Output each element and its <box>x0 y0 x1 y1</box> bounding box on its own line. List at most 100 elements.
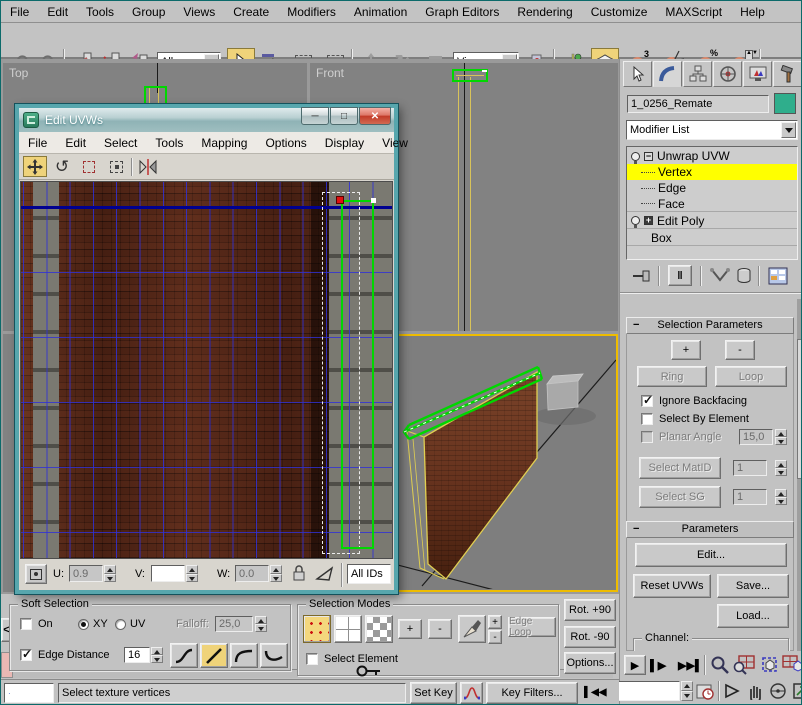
contract-selection-button[interactable]: - <box>428 619 452 639</box>
menu-create[interactable]: Create <box>224 2 278 22</box>
ignore-backfacing-checkbox[interactable] <box>641 395 653 407</box>
uvw-freeform-button[interactable] <box>104 156 128 177</box>
ring-button[interactable]: Ring <box>637 366 707 387</box>
save-uvws-button[interactable]: Save... <box>717 574 789 598</box>
vertex-mode-button[interactable] <box>303 615 331 643</box>
modifier-enable-bulb-icon[interactable] <box>631 216 640 225</box>
planar-angle-spinner[interactable] <box>775 429 787 445</box>
menu-rendering[interactable]: Rendering <box>508 2 581 22</box>
edge-loop-button[interactable]: Edge Loop <box>508 617 556 637</box>
planar-angle-checkbox[interactable] <box>641 431 653 443</box>
dropdown-arrow-icon[interactable] <box>781 122 796 138</box>
shrink-selection-button[interactable]: - <box>725 340 755 360</box>
frame-spinner[interactable] <box>681 681 693 701</box>
viewport-front-label[interactable]: Front <box>316 66 344 80</box>
menu-graph-editors[interactable]: Graph Editors <box>416 2 508 22</box>
maximize-button[interactable]: □ <box>330 107 358 125</box>
uvw-move-button[interactable] <box>23 156 47 177</box>
material-id-filter-dropdown[interactable]: All IDs <box>347 564 391 584</box>
configure-modifier-sets-icon[interactable] <box>768 267 788 285</box>
maxscript-mini-listener[interactable]: · <box>4 683 54 703</box>
edge-distance-checkbox[interactable] <box>20 649 32 661</box>
make-unique-icon[interactable] <box>710 268 730 284</box>
sg-spinner[interactable] <box>775 489 787 505</box>
stack-subitem-face[interactable]: Face <box>627 196 797 212</box>
play-button[interactable]: ▶ <box>624 655 646 675</box>
uvw-mirror-button[interactable] <box>136 156 160 177</box>
expand-selection-button[interactable]: + <box>398 619 422 639</box>
u-field[interactable]: 0.9 <box>69 565 103 582</box>
stack-item-unwrap-uvw[interactable]: − Unwrap UVW <box>627 148 797 164</box>
planar-angle-field[interactable]: 15,0 <box>739 429 773 445</box>
menu-modifiers[interactable]: Modifiers <box>278 2 345 22</box>
modifier-enable-bulb-icon[interactable] <box>631 152 640 161</box>
stack-item-edit-poly[interactable]: + Edit Poly <box>627 213 797 229</box>
u-spinner[interactable] <box>104 565 116 582</box>
falloff-fast-button[interactable] <box>260 643 288 668</box>
parameters-header[interactable]: − Parameters <box>626 521 794 538</box>
menu-file[interactable]: File <box>1 2 38 22</box>
pin-stack-icon[interactable] <box>632 268 652 284</box>
uvw-menu-mapping[interactable]: Mapping <box>192 133 256 153</box>
uvw-menu-file[interactable]: File <box>19 133 56 153</box>
tab-hierarchy[interactable] <box>683 61 712 87</box>
load-uvws-button[interactable]: Load... <box>717 604 789 628</box>
tab-modify[interactable] <box>653 61 682 87</box>
v-field[interactable] <box>151 565 185 582</box>
menu-customize[interactable]: Customize <box>582 2 657 22</box>
menu-tools[interactable]: Tools <box>77 2 123 22</box>
v-spinner[interactable] <box>186 565 198 582</box>
expand-icon[interactable]: + <box>644 216 653 225</box>
menu-animation[interactable]: Animation <box>345 2 416 22</box>
edit-uvws-dialog[interactable]: Edit UVWs ─ □ ✕ File Edit Select Tools M… <box>15 104 398 594</box>
remove-modifier-icon[interactable] <box>736 267 752 284</box>
w-spinner[interactable] <box>270 565 282 582</box>
tab-create[interactable] <box>623 61 652 87</box>
time-configuration-icon[interactable] <box>696 682 714 700</box>
zoom-all-icon[interactable] <box>782 655 802 675</box>
zoom-extents-icon[interactable] <box>760 655 780 675</box>
minimize-button[interactable]: ─ <box>301 107 329 125</box>
uv-canvas[interactable] <box>20 181 393 559</box>
uvw-menu-edit[interactable]: Edit <box>56 133 95 153</box>
modifier-list-dropdown[interactable]: Modifier List <box>626 120 798 140</box>
matid-spinner[interactable] <box>775 460 787 476</box>
menu-edit[interactable]: Edit <box>38 2 77 22</box>
uvw-menu-display[interactable]: Display <box>316 133 373 153</box>
edge-mode-button[interactable] <box>334 615 362 643</box>
uvw-rotate-button[interactable]: ↺ <box>50 156 74 177</box>
object-name-field[interactable]: 1_0256_Remate <box>627 95 769 113</box>
stack-subitem-vertex[interactable]: Vertex <box>627 164 797 180</box>
trackbar-key-icon[interactable] <box>356 664 382 679</box>
options-button[interactable]: Options... <box>564 652 616 674</box>
panel-scrollbar-track[interactable] <box>797 299 802 651</box>
xy-radio[interactable] <box>78 619 89 630</box>
edit-uvws-button[interactable]: Edit... <box>635 543 787 567</box>
reset-uvws-button[interactable]: Reset UVWs <box>633 574 711 598</box>
face-mode-button[interactable] <box>365 615 393 643</box>
uvw-menu-tools[interactable]: Tools <box>146 133 192 153</box>
key-filters-button[interactable]: Key Filters... <box>486 682 578 704</box>
falloff-field[interactable]: 25,0 <box>215 616 253 632</box>
lock-selected-vertices-icon[interactable] <box>291 564 307 582</box>
pan-hand-icon[interactable] <box>746 682 764 700</box>
set-key-button[interactable]: Set Key <box>410 682 457 704</box>
paint-size-down-button[interactable]: - <box>488 630 502 644</box>
viewport-top-label[interactable]: Top <box>9 66 28 80</box>
tab-motion[interactable] <box>713 61 742 87</box>
stack-item-box[interactable]: Box <box>627 230 797 246</box>
edge-distance-field[interactable]: 16 <box>124 647 150 663</box>
uvw-menu-view[interactable]: View <box>373 133 417 153</box>
tab-display[interactable] <box>743 61 772 87</box>
selection-mode-arrow-icon[interactable] <box>724 682 742 700</box>
paint-size-up-button[interactable]: + <box>488 615 502 629</box>
select-sg-button[interactable]: Select SG <box>639 486 721 508</box>
w-field[interactable]: 0.0 <box>235 565 269 582</box>
select-matid-button[interactable]: Select MatID <box>639 457 721 479</box>
auto-key-curve-button[interactable] <box>460 682 483 704</box>
rotate-plus-90-button[interactable]: Rot. +90 <box>564 599 616 621</box>
falloff-smooth-button[interactable] <box>170 643 198 668</box>
rotate-minus-90-button[interactable]: Rot. -90 <box>564 626 616 648</box>
tab-utilities[interactable] <box>773 61 802 87</box>
stack-subitem-edge[interactable]: Edge <box>627 180 797 196</box>
